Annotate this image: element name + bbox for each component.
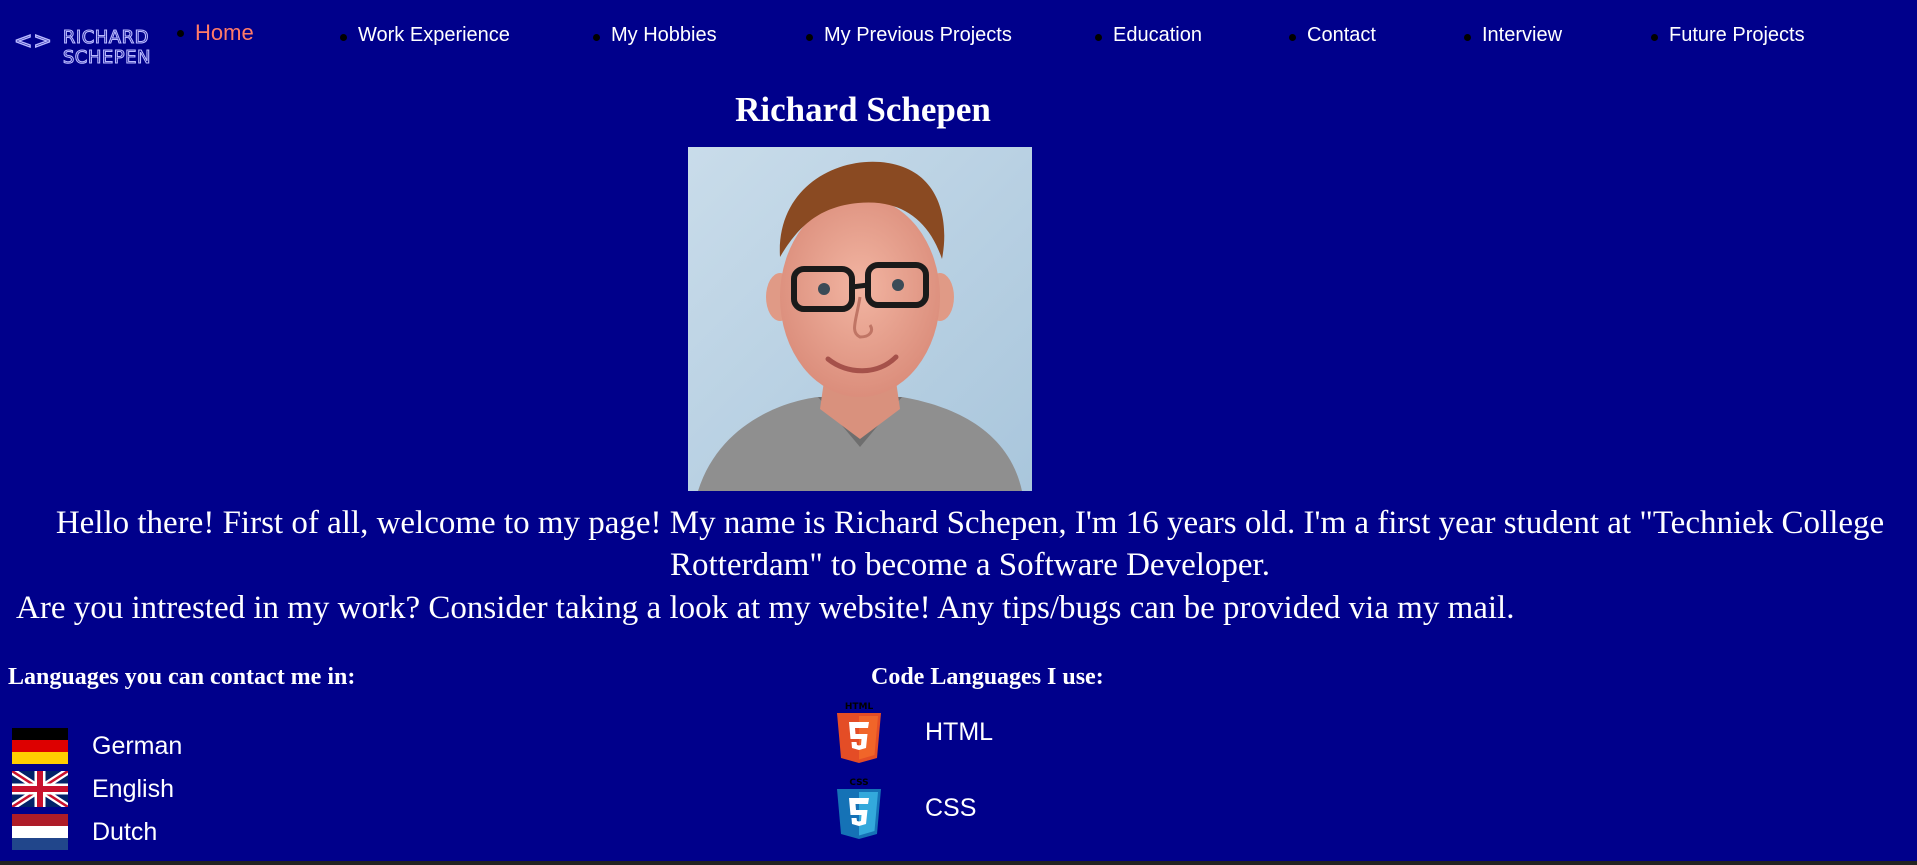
- profile-photo: [688, 147, 1032, 491]
- code-language-label: CSS: [925, 793, 977, 822]
- css-badge-text: CSS: [849, 778, 868, 788]
- code-language-item-css: CSS CSS: [835, 776, 976, 840]
- dutch-flag-icon: [12, 814, 68, 850]
- page: <> RICHARD SCHEPEN Home Work Experience …: [0, 0, 1917, 865]
- nav-item-education[interactable]: Education: [1095, 24, 1202, 47]
- nav-item-my-hobbies[interactable]: My Hobbies: [593, 24, 717, 47]
- language-item-german: German: [12, 728, 182, 764]
- bullet-icon: [1464, 34, 1471, 41]
- code-languages-heading: Code Languages I use:: [871, 664, 1104, 690]
- logo-text: RICHARD SCHEPEN: [62, 27, 151, 68]
- bullet-icon: [177, 30, 184, 37]
- bullet-icon: [1651, 34, 1658, 41]
- nav-item-work-experience[interactable]: Work Experience: [340, 24, 510, 47]
- css3-icon: CSS: [837, 778, 881, 839]
- intro-text: Hello there! First of all, welcome to my…: [55, 505, 1885, 583]
- language-item-dutch: Dutch: [12, 814, 157, 850]
- nav-label: Education: [1113, 24, 1202, 46]
- nav-item-future-projects[interactable]: Future Projects: [1651, 24, 1805, 47]
- code-language-label: HTML: [925, 717, 994, 746]
- code-language-item-html: HTML HTML: [835, 700, 993, 764]
- nav-label: Contact: [1307, 24, 1376, 46]
- code-brackets-icon: <>: [13, 28, 53, 54]
- german-flag-icon: [12, 728, 68, 764]
- language-label: English: [92, 774, 174, 803]
- nav-label: My Hobbies: [611, 24, 717, 46]
- bullet-icon: [1289, 34, 1296, 41]
- top-navigation: <> RICHARD SCHEPEN Home Work Experience …: [0, 0, 1917, 72]
- site-logo[interactable]: <> RICHARD SCHEPEN: [13, 27, 151, 68]
- bottom-divider: [0, 861, 1917, 865]
- nav-item-interview[interactable]: Interview: [1464, 24, 1563, 47]
- uk-flag-icon: [12, 771, 68, 807]
- logo-line-2: SCHEPEN: [62, 47, 151, 68]
- nav-label: Interview: [1482, 24, 1563, 46]
- nav-item-contact[interactable]: Contact: [1289, 24, 1376, 47]
- nav-label: Home: [195, 20, 254, 45]
- language-label: German: [92, 731, 183, 760]
- html5-icon: HTML: [837, 702, 881, 763]
- bullet-icon: [1095, 34, 1102, 41]
- nav-item-home[interactable]: Home: [177, 20, 254, 46]
- html-badge-text: HTML: [845, 702, 874, 712]
- nav-label: My Previous Projects: [824, 24, 1012, 46]
- logo-line-1: RICHARD: [62, 27, 149, 48]
- language-item-english: English: [12, 771, 174, 807]
- nav-label: Work Experience: [358, 24, 510, 46]
- spoken-languages-heading: Languages you can contact me in:: [8, 664, 356, 690]
- bullet-icon: [806, 34, 813, 41]
- language-label: Dutch: [92, 817, 158, 846]
- nav-item-my-previous-projects[interactable]: My Previous Projects: [806, 24, 1012, 47]
- page-title: Richard Schepen: [735, 90, 991, 129]
- bullet-icon: [593, 34, 600, 41]
- nav-label: Future Projects: [1669, 24, 1805, 46]
- bullet-icon: [340, 34, 347, 41]
- website-invite-text: Are you intrested in my work? Consider t…: [16, 590, 1515, 626]
